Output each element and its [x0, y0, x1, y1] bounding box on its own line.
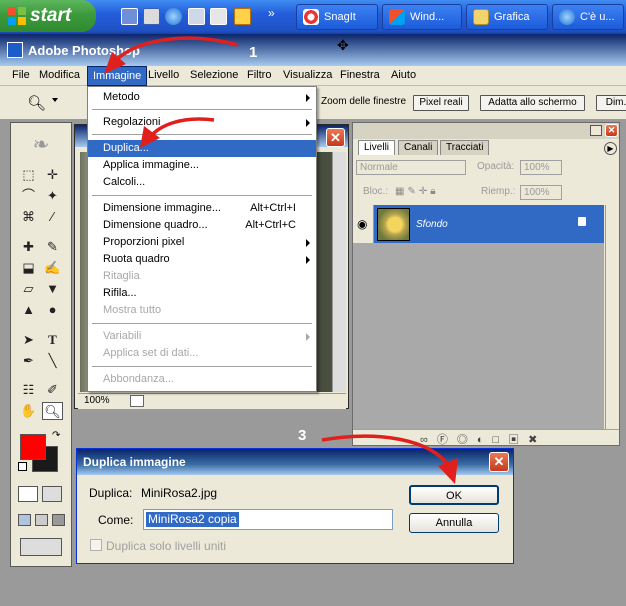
- annotation-arrows: [104, 36, 458, 484]
- annotation-number-3: 3: [298, 427, 307, 444]
- mouse-cursor-icon: ✥: [337, 37, 349, 53]
- arrow-2: [148, 117, 215, 139]
- arrow-3-head-icon: [438, 458, 458, 484]
- arrow-1: [114, 36, 239, 62]
- annotation-number-1: 1: [249, 44, 258, 61]
- annotation-number-2: 2: [223, 110, 232, 127]
- arrow-3: [321, 434, 450, 467]
